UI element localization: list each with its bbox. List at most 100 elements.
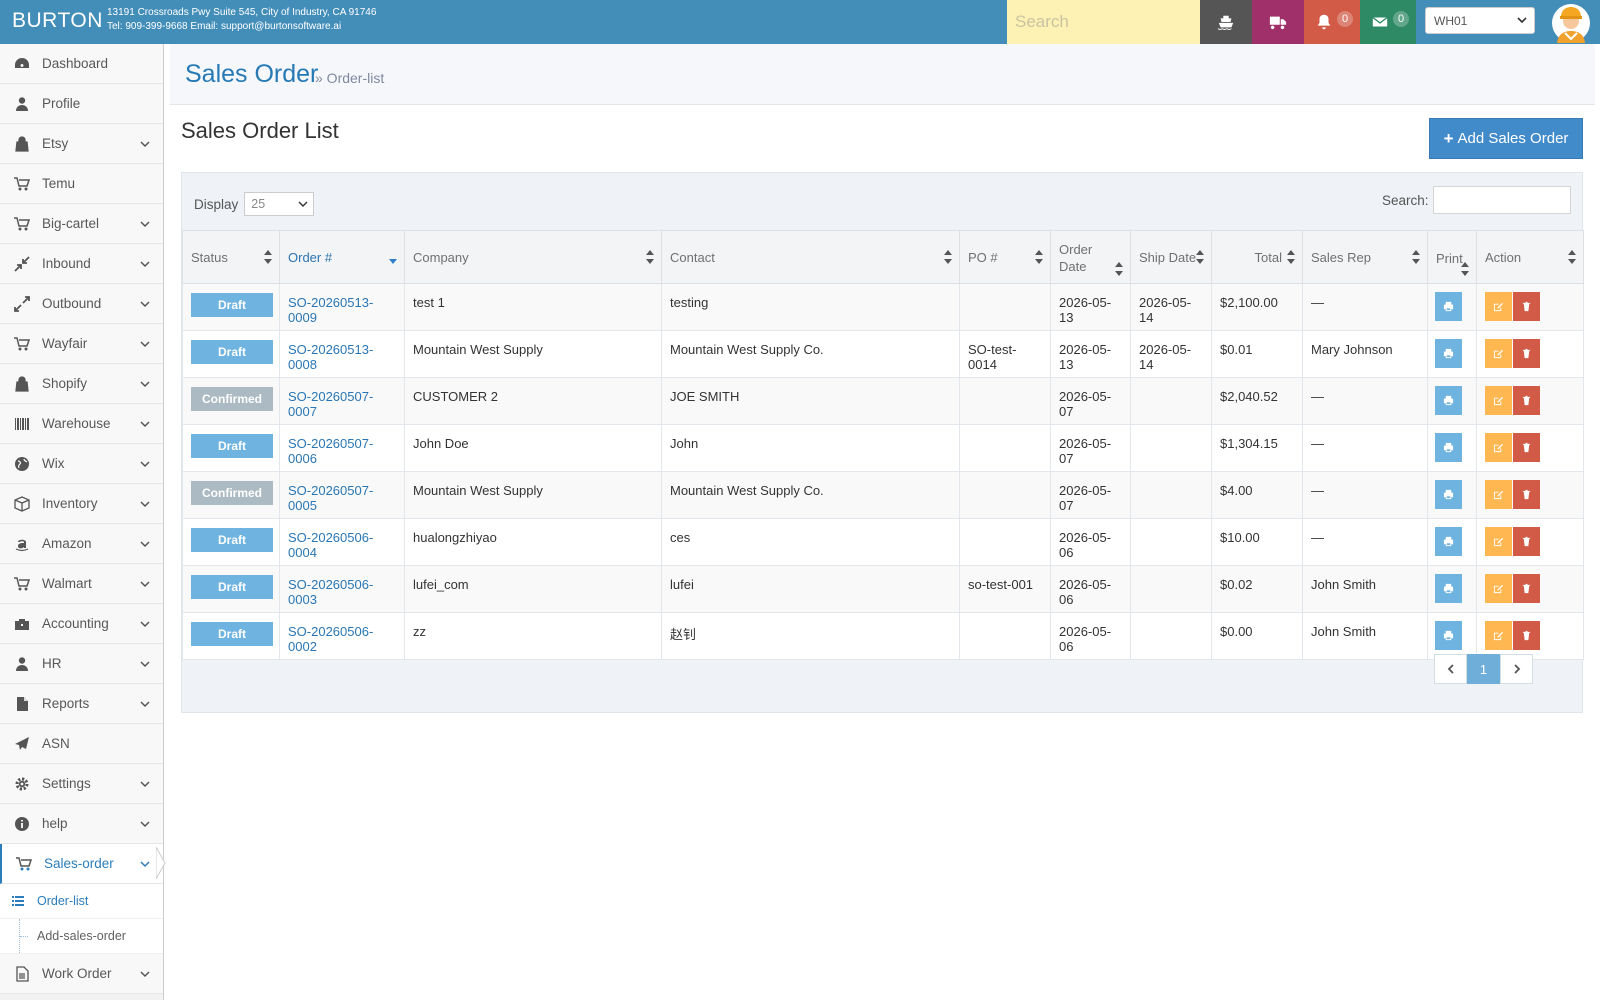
sidebar-item-warehouse[interactable]: Warehouse (0, 404, 163, 444)
sidebar-item-etsy[interactable]: Etsy (0, 124, 163, 164)
print-button[interactable] (1435, 386, 1462, 415)
sidebar-item-work-order[interactable]: Work Order (0, 954, 163, 994)
sort-icon[interactable] (646, 250, 654, 264)
print-button[interactable] (1435, 480, 1462, 509)
sort-icon[interactable] (1115, 262, 1123, 276)
print-button[interactable] (1435, 339, 1462, 368)
edit-button[interactable] (1485, 292, 1512, 321)
sidebar-item-accounting[interactable]: Accounting (0, 604, 163, 644)
sidebar-item-asn[interactable]: ASN (0, 724, 163, 764)
column-header[interactable]: Total (1211, 230, 1303, 284)
breadcrumb[interactable]: » Order-list (315, 70, 384, 86)
sidebar-item-wix[interactable]: Wix (0, 444, 163, 484)
column-header[interactable]: Order # (279, 230, 405, 284)
delete-button[interactable] (1513, 527, 1540, 556)
print-button[interactable] (1435, 292, 1462, 321)
edit-button[interactable] (1485, 339, 1512, 368)
next-page-button[interactable] (1500, 654, 1533, 684)
sort-icon[interactable] (1412, 250, 1420, 264)
sidebar-item-sales-order[interactable]: Sales-order (0, 844, 166, 884)
sidebar-item-shopify[interactable]: Shopify (0, 364, 163, 404)
sidebar-item-walmart[interactable]: Walmart (0, 564, 163, 604)
sidebar-item-outbound[interactable]: Outbound (0, 284, 163, 324)
table-row[interactable]: Confirmed SO-20260507-0007 CUSTOMER 2 JOE S… (182, 377, 1584, 425)
edit-button[interactable] (1485, 480, 1512, 509)
sidebar-subitem-order-list[interactable]: Order-list (0, 884, 163, 919)
order-number-link[interactable]: SO-20260506-0003 (288, 577, 373, 607)
column-header[interactable]: PO # (959, 230, 1051, 284)
table-row[interactable]: Draft SO-20260513-0008 Mountain West Suppl… (182, 330, 1584, 378)
brand-logo[interactable]: BURTON (12, 9, 103, 33)
column-header[interactable]: Ship Date (1130, 230, 1212, 284)
column-header[interactable]: Company (404, 230, 662, 284)
global-search-input[interactable] (1007, 0, 1200, 44)
delete-button[interactable] (1513, 386, 1540, 415)
page-size-select[interactable]: 25 (244, 192, 315, 216)
edit-button[interactable] (1485, 574, 1512, 603)
order-number-link[interactable]: SO-20260507-0006 (288, 436, 373, 466)
sort-icon[interactable] (264, 250, 272, 264)
warehouse-select[interactable]: WH01 (1425, 7, 1535, 34)
sidebar-item-inbound[interactable]: Inbound (0, 244, 163, 284)
order-number-link[interactable]: SO-20260506-0004 (288, 530, 373, 560)
print-button[interactable] (1435, 527, 1462, 556)
print-button[interactable] (1435, 433, 1462, 462)
sidebar-item-amazon[interactable]: Amazon (0, 524, 163, 564)
page-1-button[interactable]: 1 (1467, 654, 1500, 684)
table-row[interactable]: Draft SO-20260506-0002 zz 赵钊 2026-05-06 $0.00… (182, 612, 1584, 660)
order-number-link[interactable]: SO-20260513-0008 (288, 342, 373, 372)
sort-icon[interactable] (1196, 250, 1204, 264)
print-button[interactable] (1435, 621, 1462, 650)
edit-button[interactable] (1485, 386, 1512, 415)
sidebar-item-settings[interactable]: Settings (0, 764, 163, 804)
table-row[interactable]: Draft SO-20260513-0009 test 1 testing 2026-0… (182, 283, 1584, 331)
table-row[interactable]: Draft SO-20260506-0004 hualongzhiyao ces 202… (182, 518, 1584, 566)
delete-button[interactable] (1513, 433, 1540, 462)
add-sales-order-button[interactable]: + Add Sales Order (1429, 118, 1583, 159)
order-number-link[interactable]: SO-20260507-0007 (288, 389, 373, 419)
sidebar-item-big-cartel[interactable]: Big-cartel (0, 204, 163, 244)
delete-button[interactable] (1513, 621, 1540, 650)
sort-icon[interactable] (1035, 250, 1043, 264)
prev-page-button[interactable] (1434, 654, 1467, 684)
table-row[interactable]: Draft SO-20260506-0003 lufei_com lufei so-te… (182, 565, 1584, 613)
delete-button[interactable] (1513, 574, 1540, 603)
sidebar-item-help[interactable]: help (0, 804, 163, 844)
delete-button[interactable] (1513, 480, 1540, 509)
ship-button[interactable] (1200, 0, 1252, 44)
column-header[interactable]: Order Date (1050, 230, 1131, 284)
column-header[interactable]: Contact (661, 230, 960, 284)
edit-button[interactable] (1485, 433, 1512, 462)
order-number-link[interactable]: SO-20260506-0002 (288, 624, 373, 654)
sidebar-item-hr[interactable]: HR (0, 644, 163, 684)
sort-desc-icon[interactable] (389, 250, 397, 264)
messages-button[interactable]: 0 (1360, 0, 1416, 44)
sidebar-item-dashboard[interactable]: Dashboard (0, 44, 163, 84)
sidebar-item-inventory[interactable]: Inventory (0, 484, 163, 524)
sort-icon[interactable] (1461, 262, 1469, 276)
truck-button[interactable] (1252, 0, 1304, 44)
delete-button[interactable] (1513, 292, 1540, 321)
notifications-button[interactable]: 0 (1304, 0, 1360, 44)
sidebar-item-wayfair[interactable]: Wayfair (0, 324, 163, 364)
user-avatar[interactable] (1549, 1, 1593, 43)
edit-button[interactable] (1485, 527, 1512, 556)
sort-icon[interactable] (944, 250, 952, 264)
table-row[interactable]: Confirmed SO-20260507-0005 Mountain West S… (182, 471, 1584, 519)
sidebar-subitem-add-sales-order[interactable]: Add-sales-order (0, 919, 163, 954)
order-number-link[interactable]: SO-20260507-0005 (288, 483, 373, 513)
column-header[interactable]: Print (1427, 230, 1477, 284)
column-header[interactable]: Action (1476, 230, 1584, 284)
delete-button[interactable] (1513, 339, 1540, 368)
sort-icon[interactable] (1568, 250, 1576, 264)
sidebar-item-temu[interactable]: Temu (0, 164, 163, 204)
order-number-link[interactable]: SO-20260513-0009 (288, 295, 373, 325)
table-search-input[interactable] (1432, 186, 1571, 214)
column-header[interactable]: Status (182, 230, 280, 284)
edit-button[interactable] (1485, 621, 1512, 650)
table-row[interactable]: Draft SO-20260507-0006 John Doe John 2026-05… (182, 424, 1584, 472)
column-header[interactable]: Sales Rep (1302, 230, 1428, 284)
print-button[interactable] (1435, 574, 1462, 603)
sidebar-item-reports[interactable]: Reports (0, 684, 163, 724)
sort-icon[interactable] (1287, 250, 1295, 264)
